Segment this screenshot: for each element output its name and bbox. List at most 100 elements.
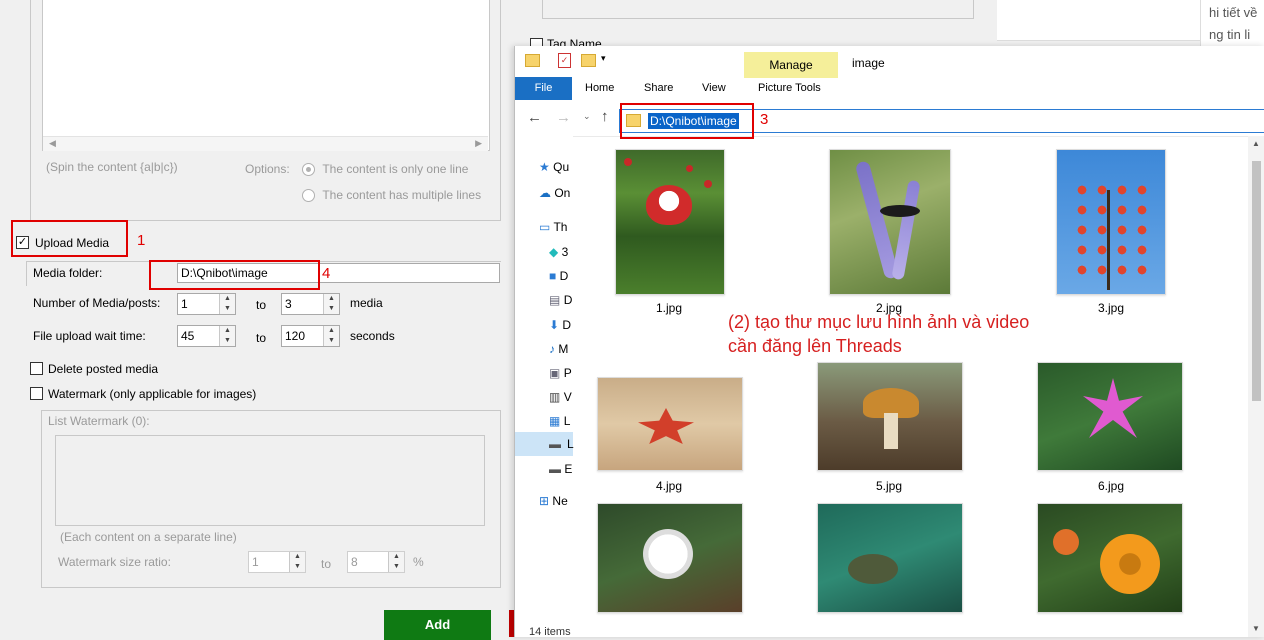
- nav-item-documents[interactable]: ▤ D: [549, 293, 572, 307]
- scroll-down-icon[interactable]: ▼: [1252, 624, 1260, 633]
- annotation-number-3: 3: [760, 111, 769, 128]
- spin-hint: (Spin the content {a|b|c}): [46, 160, 178, 174]
- drive-icon: ▬: [549, 437, 561, 451]
- num-media-from-stepper[interactable]: 1 ▲ ▼: [177, 293, 236, 315]
- tab-manage[interactable]: Manage: [744, 52, 838, 78]
- thumbnail-8[interactable]: [817, 503, 963, 613]
- ratio-to-stepper[interactable]: 8 ▲ ▼: [347, 551, 405, 573]
- spin-down-icon[interactable]: ▼: [290, 562, 305, 572]
- drive-icon: ▬: [549, 462, 561, 476]
- each-content-hint: (Each content on a separate line): [60, 530, 237, 544]
- windows-drive-icon: ▦: [549, 414, 561, 428]
- highlight-box-4: [149, 260, 320, 290]
- computer-icon: ▭: [539, 220, 551, 234]
- document-icon: ▤: [549, 293, 561, 307]
- spin-up-icon[interactable]: ▲: [220, 326, 235, 336]
- nav-item-3d[interactable]: ◆ 3: [549, 245, 568, 259]
- wait-time-label: File upload wait time:: [33, 329, 146, 343]
- ratio-from-stepper[interactable]: 1 ▲ ▼: [248, 551, 306, 573]
- background-text-1: hi tiết về: [1209, 5, 1258, 20]
- spin-up-icon[interactable]: ▲: [290, 552, 305, 562]
- nav-item-pictures[interactable]: ▣ P: [549, 366, 572, 380]
- cloud-icon: ☁: [539, 186, 551, 200]
- nav-item-drive-e[interactable]: ▬ E: [549, 462, 572, 476]
- nav-item-this-pc[interactable]: ▭ Th: [539, 220, 567, 234]
- option-multi-line[interactable]: The content has multiple lines: [302, 188, 481, 203]
- nav-item-local-disk-d[interactable]: ▬ L: [515, 432, 574, 456]
- navigation-pane: ★ Qu ☁ On ▭ Th ◆ 3 ■ D ▤ D ⬇ D ♪ M ▣ P ▥…: [515, 136, 574, 637]
- thumbnail-9[interactable]: [1037, 503, 1183, 613]
- wait-to-stepper[interactable]: 120 ▲ ▼: [281, 325, 340, 347]
- background-hashtag-row: [542, 0, 974, 19]
- spin-down-icon[interactable]: ▼: [324, 304, 339, 314]
- num-media-to-stepper[interactable]: 3 ▲ ▼: [281, 293, 340, 315]
- radio-multi-line[interactable]: [302, 189, 315, 203]
- nav-item-onedrive[interactable]: ☁ On: [539, 186, 570, 200]
- tab-view[interactable]: View: [702, 82, 726, 94]
- add-button[interactable]: Add: [384, 610, 491, 640]
- tab-share[interactable]: Share: [644, 82, 673, 94]
- annotation-number-4: 4: [322, 265, 331, 282]
- nav-item-videos[interactable]: ▥ V: [549, 390, 572, 404]
- nav-item-downloads[interactable]: ⬇ D: [549, 318, 571, 332]
- spin-down-icon[interactable]: ▼: [389, 562, 404, 572]
- tab-picture-tools[interactable]: Picture Tools: [758, 82, 821, 94]
- spin-up-icon[interactable]: ▲: [324, 294, 339, 304]
- to-label: to: [321, 557, 332, 571]
- watermark-checkbox[interactable]: [30, 387, 43, 400]
- highlight-box-3: [620, 103, 754, 139]
- thumbnail-1[interactable]: [615, 149, 725, 295]
- upload-media-checkbox[interactable]: [16, 236, 29, 249]
- scrollbar-thumb[interactable]: [1252, 161, 1261, 401]
- picture-icon: ▣: [549, 366, 561, 380]
- tab-file[interactable]: File: [515, 77, 572, 100]
- spin-up-icon[interactable]: ▲: [389, 552, 404, 562]
- file-list-vertical-scrollbar[interactable]: ▲ ▼: [1248, 136, 1264, 637]
- background-text-2: ng tin li: [1209, 27, 1251, 42]
- new-folder-icon[interactable]: [581, 54, 596, 67]
- delete-posted-checkbox[interactable]: [30, 362, 43, 375]
- properties-icon[interactable]: ✓: [558, 53, 571, 68]
- nav-item-desktop[interactable]: ■ D: [549, 269, 568, 283]
- thumbnail-6[interactable]: [1037, 362, 1183, 471]
- cube-icon: ◆: [549, 245, 559, 259]
- to-label: to: [256, 331, 267, 345]
- file-label-1: 1.jpg: [655, 301, 683, 315]
- spin-down-icon[interactable]: ▼: [220, 304, 235, 314]
- video-icon: ▥: [549, 390, 561, 404]
- up-arrow-icon[interactable]: ↑: [601, 108, 609, 125]
- thumbnail-5[interactable]: [817, 362, 963, 471]
- back-arrow-icon[interactable]: ←: [527, 109, 542, 126]
- option-one-line[interactable]: The content is only one line: [302, 162, 468, 177]
- thumbnail-3[interactable]: [1056, 149, 1166, 295]
- spin-down-icon[interactable]: ▼: [220, 336, 235, 346]
- nav-item-network[interactable]: ⊞ Ne: [539, 494, 568, 508]
- spin-down-icon[interactable]: ▼: [324, 336, 339, 346]
- forward-arrow-icon[interactable]: →: [556, 109, 571, 126]
- spin-up-icon[interactable]: ▲: [220, 294, 235, 304]
- thumbnail-4[interactable]: [597, 377, 743, 471]
- window-title: image: [852, 56, 885, 70]
- wait-from-stepper[interactable]: 45 ▲ ▼: [177, 325, 236, 347]
- spin-up-icon[interactable]: ▲: [324, 326, 339, 336]
- radio-one-line[interactable]: [302, 163, 315, 177]
- download-icon: ⬇: [549, 318, 560, 332]
- nav-item-music[interactable]: ♪ M: [549, 342, 568, 356]
- watermark-ratio-label: Watermark size ratio:: [58, 555, 171, 569]
- annotation-number-1: 1: [137, 232, 146, 249]
- quick-access-dropdown-icon[interactable]: ▾: [601, 53, 606, 64]
- tab-home[interactable]: Home: [585, 82, 614, 94]
- status-item-count: 14 items: [529, 626, 571, 638]
- nav-item-local-disk-c[interactable]: ▦ L: [549, 414, 570, 428]
- network-icon: ⊞: [539, 494, 550, 508]
- watermark-list[interactable]: [55, 435, 485, 526]
- media-folder-label: Media folder:: [33, 266, 103, 280]
- nav-item-quick-access[interactable]: ★ Qu: [539, 160, 569, 174]
- desktop-icon: ■: [549, 269, 557, 283]
- thumbnail-2[interactable]: [829, 149, 951, 295]
- to-label: to: [256, 298, 267, 312]
- thumbnail-7[interactable]: [597, 503, 743, 613]
- scroll-up-icon[interactable]: ▲: [1252, 139, 1260, 148]
- folder-icon[interactable]: [525, 54, 540, 67]
- recent-dropdown-icon[interactable]: ⌄: [583, 111, 591, 122]
